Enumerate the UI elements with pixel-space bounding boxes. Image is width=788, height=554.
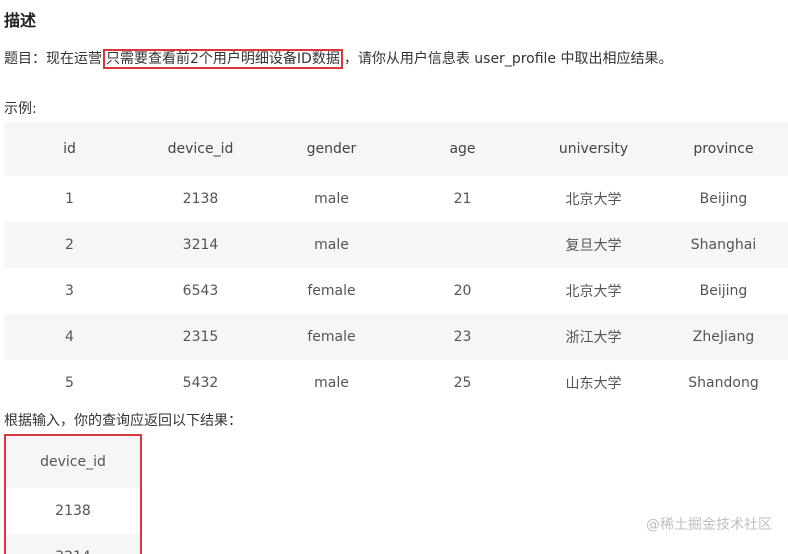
table-cell: male	[314, 375, 349, 391]
table-row: 4 2315 female 23 浙江大学 ZheJiang	[4, 314, 788, 360]
column-header-province: province	[693, 141, 754, 157]
result-header-row: device_id	[6, 436, 140, 488]
table-cell: 2138	[182, 191, 219, 207]
table-cell: 23	[453, 329, 472, 345]
table-cell: Beijing	[699, 191, 748, 207]
table-cell: 5432	[182, 375, 219, 391]
table-cell: 1	[65, 191, 74, 207]
table-cell: Shandong	[688, 375, 759, 391]
page: 描述 题目：现在运营 只需要查看前2个用户明细设备ID数据 ，请你从用户信息表 us…	[0, 0, 788, 554]
result-label: 根据输入，你的查询应返回以下结果：	[4, 413, 242, 429]
table-cell: 山东大学	[565, 376, 622, 392]
table-cell	[397, 222, 528, 268]
table-cell: 复旦大学	[565, 238, 622, 254]
section-heading: 描述	[4, 11, 37, 30]
column-header-gender: gender	[306, 141, 357, 157]
table-cell: 6543	[182, 283, 219, 299]
table-cell: female	[307, 283, 356, 299]
table-cell: Beijing	[699, 283, 748, 299]
table-cell: 5	[65, 375, 74, 391]
table-cell: female	[307, 329, 356, 345]
column-header-age: age	[449, 141, 476, 157]
table-cell: 25	[453, 375, 472, 391]
table-row: 3 6543 female 20 北京大学 Beijing	[4, 268, 788, 314]
question-highlight: 只需要查看前2个用户明细设备ID数据	[103, 49, 343, 69]
table-cell: 4	[65, 329, 74, 345]
question-prefix: 题目：现在运营	[4, 51, 102, 67]
table-cell: 3	[65, 283, 74, 299]
watermark: @稀土掘金技术社区	[646, 517, 772, 533]
result-column-header: device_id	[40, 454, 106, 470]
table-row: 2 3214 male 复旦大学 Shanghai	[4, 222, 788, 268]
column-header-device-id: device_id	[167, 141, 234, 157]
table-cell: 浙江大学	[565, 330, 622, 346]
table-cell: 3214	[182, 237, 219, 253]
result-table: device_id 2138 3214	[6, 436, 140, 554]
column-header-id: id	[63, 141, 76, 157]
table-row: 2138	[6, 488, 140, 534]
result-highlight-box: device_id 2138 3214	[4, 434, 142, 554]
table-cell: ZheJiang	[692, 329, 755, 345]
column-header-university: university	[558, 141, 629, 157]
table-cell: 北京大学	[565, 284, 622, 300]
table-cell: 2	[65, 237, 74, 253]
table-cell: male	[314, 191, 349, 207]
table-cell: 3214	[6, 534, 140, 554]
table-cell: male	[314, 237, 349, 253]
table-cell: 20	[453, 283, 472, 299]
table-header-row: id device_id gender age university provi…	[4, 122, 788, 176]
example-label: 示例:	[4, 101, 37, 117]
user-profile-table: id device_id gender age university provi…	[4, 122, 788, 406]
table-row: 1 2138 male 21 北京大学 Beijing	[4, 176, 788, 222]
question-suffix: ，请你从用户信息表 user_profile 中取出相应结果。	[343, 51, 673, 67]
table-cell: 21	[453, 191, 472, 207]
question-text: 题目：现在运营 只需要查看前2个用户明细设备ID数据 ，请你从用户信息表 user_…	[4, 48, 673, 70]
table-cell: 北京大学	[565, 192, 622, 208]
table-cell: Shanghai	[690, 237, 757, 253]
table-cell: 2138	[55, 503, 91, 519]
table-row: 3214	[6, 534, 140, 554]
table-row: 5 5432 male 25 山东大学 Shandong	[4, 360, 788, 406]
table-cell: 2315	[182, 329, 219, 345]
